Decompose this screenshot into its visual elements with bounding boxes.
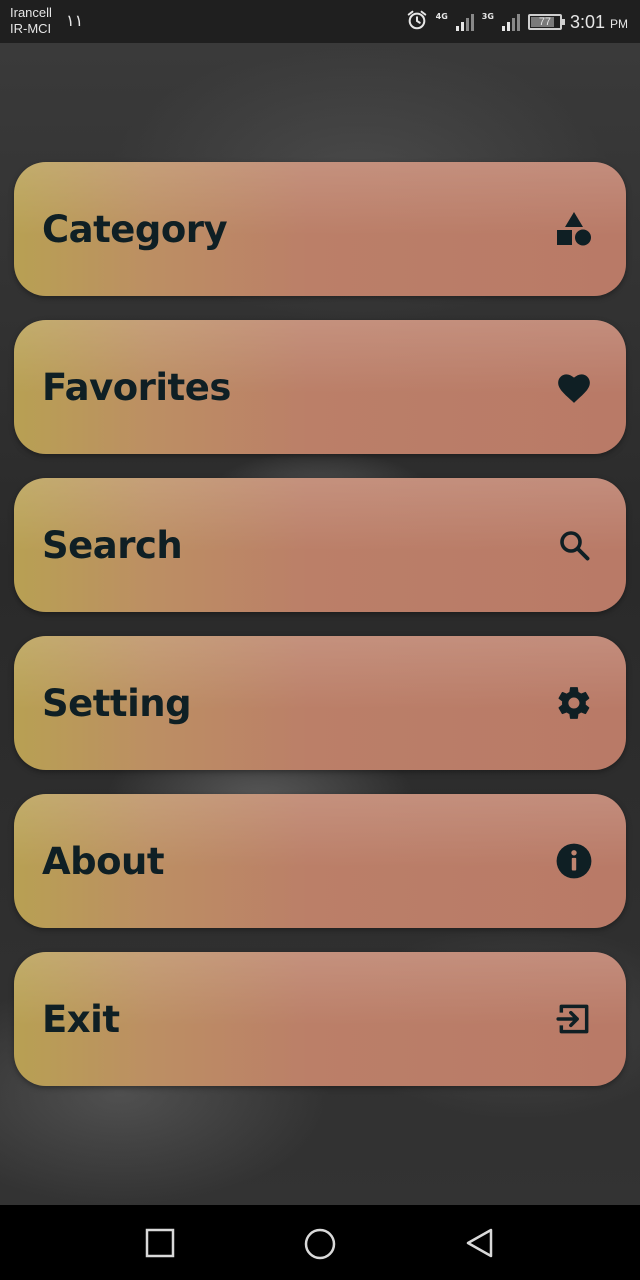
about-label: About (42, 839, 165, 883)
category-shapes-icon (554, 209, 594, 249)
carrier-info: Irancell IR-MCI (10, 5, 52, 37)
signal-icon-sim1 (455, 13, 474, 31)
search-button[interactable]: Search (14, 478, 626, 612)
network-4g-label: 4G (435, 11, 448, 21)
clock-ampm: PM (610, 16, 628, 31)
navigation-bar (0, 1205, 640, 1280)
about-button[interactable]: About (14, 794, 626, 928)
status-bar: Irancell IR-MCI ١١ 4G 3G 77 3:01 PM (0, 0, 640, 43)
signal-icon-sim2 (501, 13, 520, 31)
home-icon (304, 1228, 336, 1260)
exit-label: Exit (42, 997, 120, 1041)
recents-button[interactable] (144, 1227, 176, 1259)
heart-icon (554, 367, 594, 407)
battery-icon: 77 (527, 14, 565, 30)
back-button[interactable] (464, 1227, 496, 1259)
network-3g-label: 3G (481, 11, 494, 21)
search-icon (554, 525, 594, 565)
carrier-network: IR-MCI (10, 21, 52, 36)
gear-icon (554, 683, 594, 723)
category-label: Category (42, 207, 228, 251)
category-button[interactable]: Category (14, 162, 626, 296)
setting-button[interactable]: Setting (14, 636, 626, 770)
clock-time: 3:01 (569, 11, 605, 32)
info-icon (554, 841, 594, 881)
carrier-name: Irancell (10, 5, 52, 20)
status-icons: 4G 3G 77 3:01 PM (406, 8, 628, 36)
recents-icon (145, 1228, 175, 1258)
search-label: Search (42, 523, 183, 567)
exit-button[interactable]: Exit (14, 952, 626, 1086)
back-icon (466, 1228, 493, 1258)
favorites-button[interactable]: Favorites (14, 320, 626, 454)
battery-level: 77 (538, 16, 552, 28)
exit-icon (554, 999, 594, 1039)
setting-label: Setting (42, 681, 192, 725)
sim-indicator: ١١ (66, 11, 84, 30)
home-button[interactable] (303, 1227, 336, 1260)
clock: 3:01 PM (570, 12, 628, 33)
favorites-label: Favorites (42, 365, 231, 409)
alarm-icon (406, 9, 428, 35)
